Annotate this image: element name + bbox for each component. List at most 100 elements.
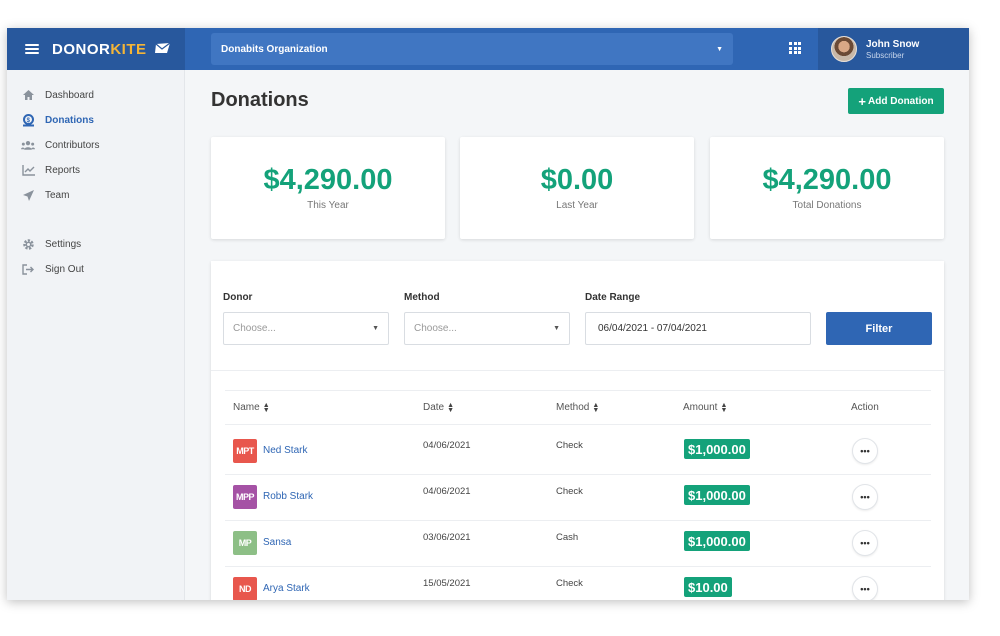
- date-range-input[interactable]: 06/04/2021 - 07/04/2021: [585, 312, 811, 345]
- stat-card-total-donations: $4,290.00 Total Donations: [710, 137, 944, 239]
- donor-name-link[interactable]: Robb Stark: [263, 491, 313, 502]
- app-window: DONORKITE Donabits Organization ▼ John S…: [7, 28, 969, 600]
- sidebar-item-label: Reports: [45, 164, 81, 176]
- sort-icon: ▲ ▼: [720, 401, 728, 414]
- sidebar-item-sign-out[interactable]: Sign Out: [21, 262, 84, 276]
- donor-initials-badge: MP: [233, 531, 257, 555]
- divider: [211, 370, 944, 371]
- chevron-down-icon: ▼: [372, 325, 379, 332]
- sidebar-item-settings[interactable]: Settings: [21, 237, 81, 251]
- apps-grid-icon[interactable]: [789, 42, 801, 54]
- row-actions-button[interactable]: •••: [852, 576, 878, 600]
- method-filter-label: Method: [404, 292, 440, 303]
- sidebar-item-dashboard[interactable]: Dashboard: [21, 88, 94, 102]
- brand-logo[interactable]: DONORKITE: [52, 41, 172, 58]
- donation-method: Check: [556, 486, 583, 497]
- organization-select-value: Donabits Organization: [221, 43, 328, 55]
- donor-name-link[interactable]: Arya Stark: [263, 583, 310, 594]
- column-header-label: Method: [556, 402, 590, 413]
- users-icon: [21, 138, 35, 152]
- method-select-placeholder: Choose...: [414, 323, 457, 334]
- date-range-label: Date Range: [585, 292, 641, 303]
- stat-label: Total Donations: [792, 200, 862, 211]
- sidebar-item-label: Donations: [45, 114, 94, 126]
- add-donation-button[interactable]: + Add Donation: [848, 88, 944, 114]
- donor-initials-badge: ND: [233, 577, 257, 600]
- row-actions-button[interactable]: •••: [852, 530, 878, 556]
- sort-icon: ▲ ▼: [262, 401, 270, 414]
- organization-select[interactable]: Donabits Organization ▼: [211, 33, 733, 65]
- column-header-label: Amount: [683, 402, 718, 413]
- column-header-action: Action: [851, 402, 879, 413]
- column-header-date[interactable]: Date ▲ ▼: [423, 401, 455, 414]
- column-header-label: Action: [851, 402, 879, 413]
- column-header-label: Date: [423, 402, 445, 413]
- brand-name-part2: KITE: [110, 40, 147, 58]
- row-actions-button[interactable]: •••: [852, 438, 878, 464]
- chart-icon: [21, 163, 35, 177]
- donation-amount-badge: $10.00: [684, 577, 732, 597]
- envelope-icon: [154, 41, 172, 58]
- table-row: MP Sansa 03/06/2021 Cash $1,000.00 •••: [225, 520, 931, 566]
- stat-value: $4,290.00: [762, 164, 892, 196]
- filter-button[interactable]: Filter: [826, 312, 932, 345]
- donations-panel: Donor Choose... ▼ Method Choose... ▼ Dat…: [211, 261, 944, 600]
- donor-filter-label: Donor: [223, 292, 253, 303]
- donor-select[interactable]: Choose... ▼: [223, 312, 389, 345]
- sidebar-item-team[interactable]: Team: [21, 188, 69, 202]
- sidebar-item-label: Contributors: [45, 139, 100, 151]
- top-bar: DONORKITE Donabits Organization ▼ John S…: [7, 28, 969, 70]
- column-header-method[interactable]: Method ▲ ▼: [556, 402, 599, 414]
- donor-name-link[interactable]: Ned Stark: [263, 445, 307, 456]
- donor-name-link[interactable]: Sansa: [263, 537, 291, 548]
- chevron-down-icon: ▼: [716, 45, 723, 53]
- page-title: Donations: [211, 89, 309, 111]
- donation-amount-badge: $1,000.00: [684, 531, 750, 551]
- add-donation-label: Add Donation: [868, 95, 934, 107]
- user-menu[interactable]: John Snow Subscriber: [818, 28, 969, 70]
- sidebar-item-reports[interactable]: Reports: [21, 163, 80, 177]
- column-header-amount[interactable]: Amount ▲ ▼: [683, 401, 728, 414]
- paper-plane-icon: [21, 188, 35, 202]
- donation-amount-badge: $1,000.00: [684, 439, 750, 459]
- method-select[interactable]: Choose... ▼: [404, 312, 570, 345]
- donation-method: Check: [556, 440, 583, 451]
- donation-amount-badge: $1,000.00: [684, 485, 750, 505]
- sidebar-item-label: Dashboard: [45, 89, 94, 101]
- row-actions-button[interactable]: •••: [852, 484, 878, 510]
- column-header-label: Name: [233, 402, 260, 413]
- table-divider: [225, 424, 931, 425]
- donation-date: 15/05/2021: [423, 578, 471, 589]
- donation-icon: $: [21, 113, 35, 127]
- plus-icon: +: [858, 93, 867, 109]
- donation-date: 04/06/2021: [423, 440, 471, 451]
- home-icon: [21, 88, 35, 102]
- donation-date: 03/06/2021: [423, 532, 471, 543]
- donation-method: Cash: [556, 532, 579, 543]
- sign-out-icon: [21, 262, 35, 276]
- sidebar-item-label: Team: [45, 189, 70, 201]
- user-role: Subscriber: [866, 50, 905, 60]
- menu-icon[interactable]: [25, 44, 39, 54]
- donor-initials-badge: MPP: [233, 485, 257, 509]
- stat-label: Last Year: [556, 200, 598, 211]
- stat-value: $4,290.00: [263, 164, 393, 196]
- stat-label: This Year: [307, 200, 349, 211]
- table-divider: [225, 390, 931, 391]
- column-header-name[interactable]: Name ▲ ▼: [233, 401, 270, 414]
- avatar: [831, 36, 857, 62]
- table-row: MPP Robb Stark 04/06/2021 Check $1,000.00 •••: [225, 474, 931, 520]
- table-row: MPT Ned Stark 04/06/2021 Check $1,000.00 •••: [225, 428, 931, 474]
- brand-name-part1: DONOR: [52, 40, 111, 58]
- sort-icon: ▲ ▼: [447, 401, 455, 414]
- gear-icon: [21, 237, 35, 251]
- donor-initials-badge: MPT: [233, 439, 257, 463]
- sidebar-item-contributors[interactable]: Contributors: [21, 138, 99, 152]
- user-name: John Snow: [866, 38, 920, 50]
- stat-card-last-year: $0.00 Last Year: [460, 137, 694, 239]
- stat-value: $0.00: [540, 164, 614, 196]
- stat-card-this-year: $4,290.00 This Year: [211, 137, 445, 239]
- sidebar: Dashboard $ Donations Contributors Repor…: [7, 70, 185, 600]
- table-row: ND Arya Stark 15/05/2021 Check $10.00 •••: [225, 566, 931, 600]
- sidebar-item-donations[interactable]: $ Donations: [21, 113, 94, 127]
